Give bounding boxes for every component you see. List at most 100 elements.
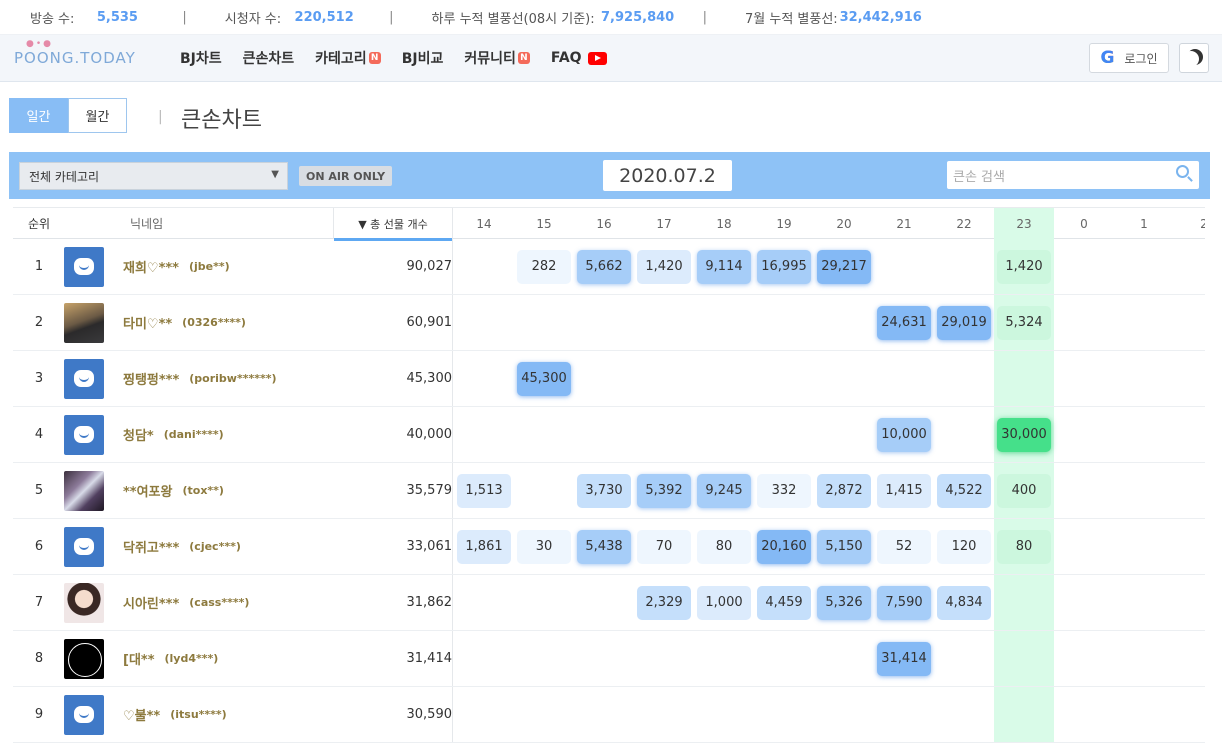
tab-daily[interactable]: 일간 [9, 98, 68, 133]
gift-count[interactable]: 3,730 [577, 473, 631, 508]
gift-count[interactable]: 16,995 [757, 249, 811, 284]
gift-count[interactable]: 80 [997, 529, 1051, 564]
nickname-cell[interactable]: **여포왕 (tox**) [123, 463, 333, 518]
table-row[interactable]: 8 [대** (lyd4***) 31,414 31,414 [13, 631, 1205, 687]
menu-community[interactable]: 커뮤니티 N [464, 48, 530, 68]
table-row[interactable]: 6 닥쥐고*** (cjec***) 33,061 1,861 30 5,438 70 80 20… [13, 519, 1205, 575]
nickname-cell[interactable]: [대** (lyd4***) [123, 631, 333, 686]
nickname-cell[interactable]: 청담* (dani****) [123, 407, 333, 462]
date-picker[interactable]: 2020.07.2 [603, 160, 732, 191]
table-row[interactable]: 7 시아린*** (cass****) 31,862 2,329 1,000 4,459 5,… [13, 575, 1205, 631]
hour-cell-21 [874, 239, 934, 294]
menu-big-spender-chart[interactable]: 큰손차트 [243, 48, 295, 68]
gift-count[interactable]: 9,245 [697, 473, 751, 508]
nickname-cell[interactable]: 타미♡** (0326****) [123, 295, 333, 350]
gift-count[interactable]: 332 [757, 473, 811, 508]
tab-monthly[interactable]: 월간 [68, 98, 127, 133]
gift-count[interactable]: 7,590 [877, 585, 931, 620]
nickname: **여포왕 [123, 485, 173, 500]
gift-count[interactable]: 24,631 [877, 305, 931, 340]
gift-count[interactable]: 5,438 [577, 529, 631, 564]
gift-count[interactable]: 400 [997, 473, 1051, 508]
gift-count[interactable]: 9,114 [697, 249, 751, 284]
hour-cell-20: 2,872 [814, 463, 874, 518]
gift-count[interactable]: 30,000 [997, 417, 1051, 452]
hour-header-20: 20 [836, 216, 852, 231]
search-icon[interactable] [1176, 165, 1189, 178]
hour-cell-20 [814, 351, 874, 406]
logo-balloons-icon: ●•● [26, 39, 54, 49]
category-select[interactable]: 전체 카테고리 ▼ [19, 162, 288, 190]
gift-count[interactable]: 1,861 [457, 529, 511, 564]
table-row[interactable]: 3 찡탱펑*** (poribw******) 45,300 45,300 [13, 351, 1205, 407]
rank-cell: 3 [34, 371, 44, 386]
avatar[interactable] [64, 582, 104, 623]
table-row[interactable]: 9 ♡불** (itsu****) 30,590 [13, 687, 1205, 743]
table-row[interactable]: 1 재희♡*** (jbe**) 90,027 282 5,662 1,420 9,114 16… [13, 239, 1205, 295]
gift-count[interactable]: 1,513 [457, 473, 511, 508]
gift-count[interactable]: 20,160 [757, 529, 811, 564]
header-total-gifts[interactable]: ▼ 총 선물 개수 [333, 208, 453, 241]
avatar[interactable] [64, 470, 104, 511]
gift-count[interactable]: 2,872 [817, 473, 871, 508]
gift-count[interactable]: 120 [937, 529, 991, 564]
user-id: (poribw******) [189, 372, 277, 385]
table-row[interactable]: 5 **여포왕 (tox**) 35,579 1,513 3,730 5,392 9,245 3… [13, 463, 1205, 519]
nickname-cell[interactable]: 찡탱펑*** (poribw******) [123, 351, 333, 406]
gift-count[interactable]: 70 [637, 529, 691, 564]
gift-count[interactable]: 5,392 [637, 473, 691, 508]
gift-count[interactable]: 1,000 [697, 585, 751, 620]
gift-count[interactable]: 1,420 [637, 249, 691, 284]
gift-count[interactable]: 5,662 [577, 249, 631, 284]
avatar[interactable] [64, 638, 104, 679]
gift-count[interactable]: 29,217 [817, 249, 871, 284]
gift-count[interactable]: 10,000 [877, 417, 931, 452]
total-gifts-cell: 35,579 [333, 463, 453, 518]
avatar[interactable] [64, 414, 104, 455]
menu-bj-compare[interactable]: BJ비교 [402, 48, 444, 68]
gift-count[interactable]: 1,420 [997, 249, 1051, 284]
avatar[interactable] [64, 302, 104, 343]
site-logo[interactable]: ●•● POONG.TODAY [14, 39, 144, 73]
search-input[interactable]: 큰손 검색 [947, 161, 1199, 189]
stat-viewers: 시청자 수: 220,512 [225, 0, 354, 34]
menu-bj-chart[interactable]: BJ차트 [180, 48, 222, 68]
gift-count[interactable]: 80 [697, 529, 751, 564]
gift-count[interactable]: 4,459 [757, 585, 811, 620]
hour-cell-15 [514, 295, 574, 350]
gift-count[interactable]: 29,019 [937, 305, 991, 340]
hour-cell-23: 400 [994, 463, 1054, 518]
avatar[interactable] [64, 526, 104, 567]
gift-count[interactable]: 5,324 [997, 305, 1051, 340]
total-gifts-cell: 30,590 [333, 687, 453, 742]
avatar[interactable] [64, 246, 104, 287]
gift-count[interactable]: 30 [517, 529, 571, 564]
menu-faq[interactable]: FAQ [551, 48, 607, 68]
hour-cell-0 [1054, 351, 1114, 406]
hour-cell-15 [514, 463, 574, 518]
dark-mode-toggle[interactable] [1179, 43, 1209, 73]
gift-count[interactable]: 31,414 [877, 641, 931, 676]
gift-count[interactable]: 4,834 [937, 585, 991, 620]
on-air-only-button[interactable]: ON AIR ONLY [299, 166, 393, 186]
table-row[interactable]: 4 청담* (dani****) 40,000 10,000 30,000 [13, 407, 1205, 463]
gift-count[interactable]: 5,326 [817, 585, 871, 620]
nickname-cell[interactable]: ♡불** (itsu****) [123, 687, 333, 742]
gift-count[interactable]: 5,150 [817, 529, 871, 564]
gift-count[interactable]: 282 [517, 249, 571, 284]
gift-count[interactable]: 2,329 [637, 585, 691, 620]
hour-cell-18: 9,114 [694, 239, 754, 294]
menu-category[interactable]: 카테고리 N [315, 48, 381, 68]
gift-count[interactable]: 52 [877, 529, 931, 564]
gift-count[interactable]: 45,300 [517, 361, 571, 396]
avatar[interactable] [64, 358, 104, 399]
google-login-button[interactable]: G 로그인 [1089, 43, 1169, 73]
nickname-cell[interactable]: 재희♡*** (jbe**) [123, 239, 333, 294]
avatar[interactable] [64, 694, 104, 735]
nickname-cell[interactable]: 시아린*** (cass****) [123, 575, 333, 630]
gift-count[interactable]: 4,522 [937, 473, 991, 508]
gift-count[interactable]: 1,415 [877, 473, 931, 508]
youtube-icon[interactable] [587, 51, 607, 65]
table-row[interactable]: 2 타미♡** (0326****) 60,901 24,631 29,019 5,324 [13, 295, 1205, 351]
nickname-cell[interactable]: 닥쥐고*** (cjec***) [123, 519, 333, 574]
